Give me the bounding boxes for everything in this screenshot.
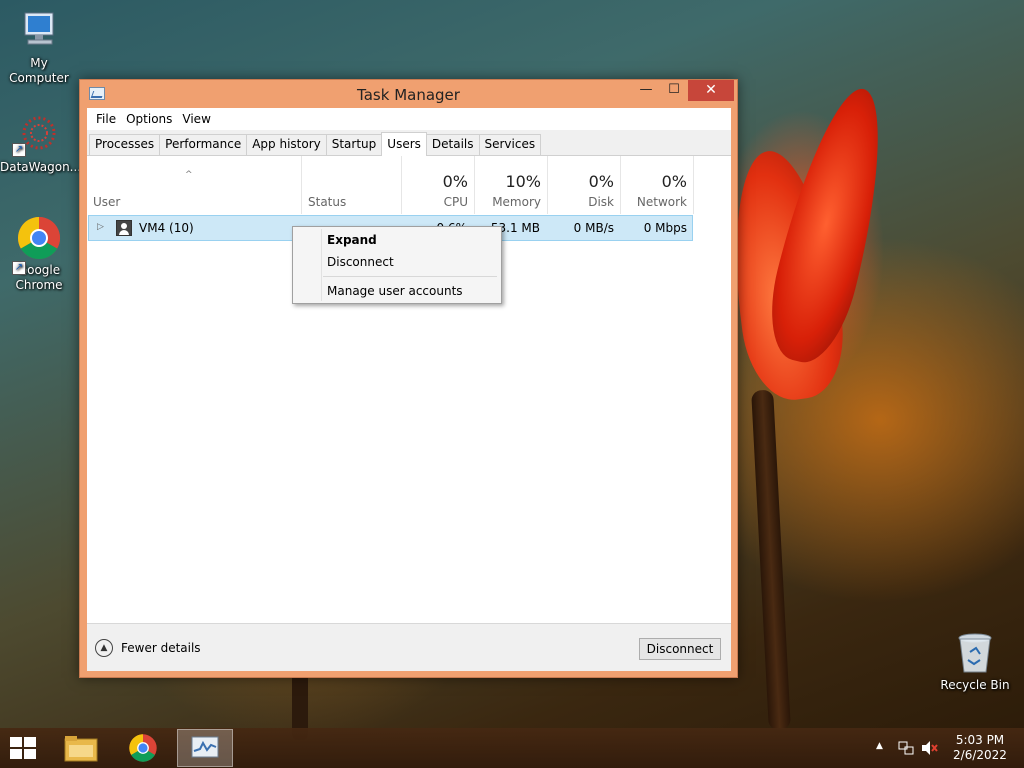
desktop-icon-label: Recycle Bin <box>940 678 1010 692</box>
tab-performance[interactable]: Performance <box>159 134 248 155</box>
task-manager-icon <box>191 736 219 758</box>
column-header-memory[interactable]: 10% Memory <box>475 156 548 214</box>
wallpaper-flower-stem <box>751 389 791 731</box>
row-network: 0 Mbps <box>643 221 687 235</box>
recycle-bin-icon <box>958 633 992 673</box>
menu-options[interactable]: Options <box>121 112 177 126</box>
column-header-status[interactable]: Status <box>302 156 402 214</box>
row-disk: 0 MB/s <box>573 221 614 235</box>
tab-services[interactable]: Services <box>478 134 542 155</box>
tab-startup[interactable]: Startup <box>325 134 383 155</box>
context-menu: Expand Disconnect Manage user accounts <box>292 226 502 304</box>
taskbar-google-chrome[interactable] <box>115 729 171 767</box>
chrome-icon <box>129 734 157 762</box>
taskbar-task-manager[interactable] <box>177 729 233 767</box>
show-hidden-icons-chevron-icon[interactable]: ▲ <box>876 741 883 751</box>
column-header-label: Disk <box>588 195 614 209</box>
desktop-icon-label: My Computer <box>9 56 69 85</box>
memory-total-percent: 10% <box>505 172 541 191</box>
desktop-icon-my-computer[interactable]: My Computer <box>0 8 78 86</box>
menu-file[interactable]: File <box>91 112 121 126</box>
taskbar: ▲ 5:03 PM 2/6/2022 <box>0 728 1024 768</box>
menu-gutter <box>321 229 322 301</box>
footer-bar: ▲ Fewer details Disconnect <box>87 623 731 671</box>
context-menu-expand[interactable]: Expand <box>327 233 377 247</box>
column-header-label: Network <box>636 195 687 209</box>
tab-app-history[interactable]: App history <box>246 134 327 155</box>
row-user-name: VM4 (10) <box>139 221 194 235</box>
context-menu-disconnect[interactable]: Disconnect <box>327 255 394 269</box>
shortcut-arrow-icon: ↗ <box>12 261 26 275</box>
desktop-icon-label: DataWagon... <box>0 160 82 174</box>
window-client-area: File Options View Processes Performance … <box>87 108 731 671</box>
close-button[interactable]: ✕ <box>688 80 734 101</box>
task-manager-window: Task Manager — ☐ ✕ File Options View Pro… <box>79 79 738 678</box>
network-icon[interactable] <box>898 740 914 756</box>
cpu-total-percent: 0% <box>442 172 468 191</box>
chevron-up-icon[interactable]: ▲ <box>95 639 113 657</box>
menu-bar: File Options View <box>87 108 731 130</box>
tab-details[interactable]: Details <box>425 134 480 155</box>
disconnect-button[interactable]: Disconnect <box>639 638 721 660</box>
shortcut-arrow-icon: ↗ <box>12 143 26 157</box>
minimize-button[interactable]: — <box>632 80 660 101</box>
network-total-percent: 0% <box>661 172 687 191</box>
column-header-label: Memory <box>492 195 541 209</box>
expand-arrow-icon[interactable]: ▷ <box>97 222 104 232</box>
volume-muted-icon[interactable] <box>920 740 938 756</box>
tab-users[interactable]: Users <box>381 132 427 156</box>
column-header-label: Status <box>308 195 347 209</box>
taskbar-file-explorer[interactable] <box>53 729 109 767</box>
tab-bar: Processes Performance App history Startu… <box>87 130 731 156</box>
title-bar[interactable]: Task Manager — ☐ ✕ <box>80 80 737 108</box>
computer-icon <box>24 12 54 45</box>
user-avatar-icon <box>116 220 132 236</box>
windows-logo-pane <box>10 737 22 747</box>
menu-separator <box>323 276 497 277</box>
column-header-label: User <box>93 195 121 209</box>
column-header-cpu[interactable]: 0% CPU <box>402 156 475 214</box>
desktop-icon-google-chrome[interactable]: ↗ Google Chrome <box>0 215 78 293</box>
folder-icon <box>64 736 98 762</box>
clock-time: 5:03 PM <box>955 733 1005 747</box>
column-header-user[interactable]: ^ User <box>87 156 302 214</box>
column-header-label: CPU <box>443 195 468 209</box>
menu-view[interactable]: View <box>177 112 215 126</box>
windows-logo-pane <box>24 737 36 747</box>
windows-logo-pane <box>10 749 22 759</box>
chrome-icon <box>17 217 61 260</box>
desktop-icon-recycle-bin[interactable]: Recycle Bin <box>936 630 1014 693</box>
start-button[interactable] <box>10 737 38 761</box>
column-header-network[interactable]: 0% Network <box>621 156 694 214</box>
clock-date: 2/6/2022 <box>953 748 1007 762</box>
column-header-disk[interactable]: 0% Disk <box>548 156 621 214</box>
context-menu-manage-user-accounts[interactable]: Manage user accounts <box>327 284 463 298</box>
maximize-button[interactable]: ☐ <box>660 80 688 101</box>
system-clock[interactable]: 5:03 PM 2/6/2022 <box>950 733 1010 763</box>
tab-processes[interactable]: Processes <box>89 134 161 155</box>
disk-total-percent: 0% <box>588 172 614 191</box>
desktop-icon-datawagon[interactable]: ↗ DataWagon... <box>0 112 82 175</box>
sort-ascending-icon: ^ <box>185 170 193 180</box>
fewer-details-link[interactable]: Fewer details <box>121 641 201 655</box>
windows-logo-pane <box>24 749 36 759</box>
